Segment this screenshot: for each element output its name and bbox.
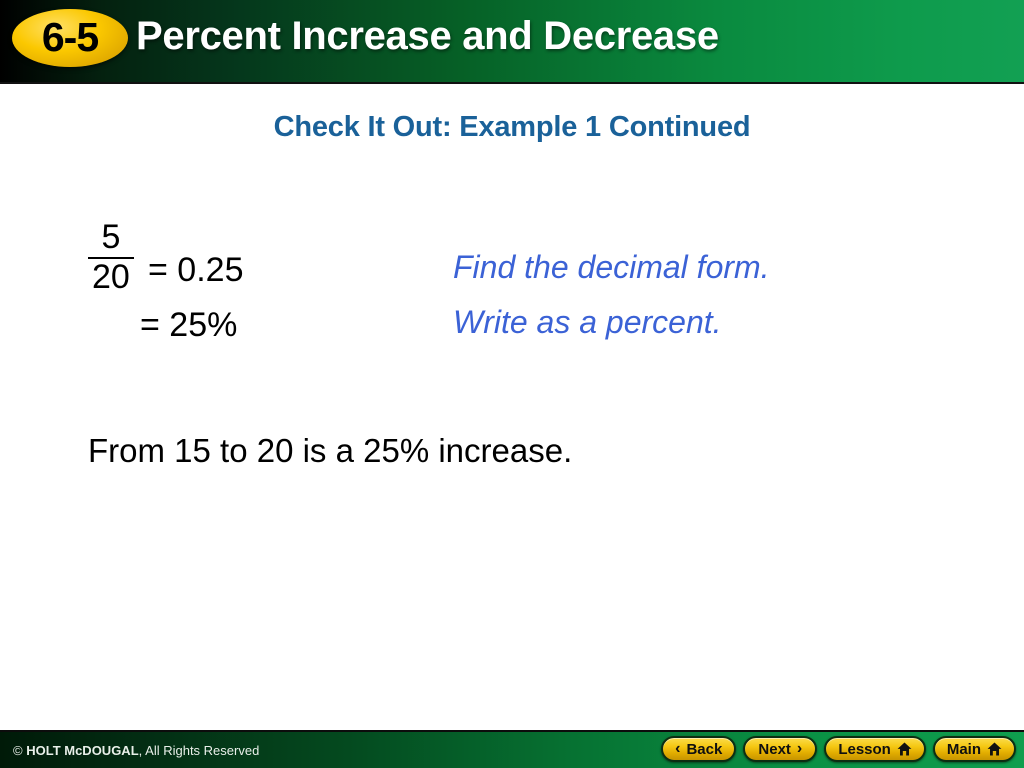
- fraction-numerator: 5: [101, 218, 121, 256]
- copyright-brand: HOLT McDOUGAL: [26, 743, 139, 758]
- lesson-number-badge: 6-5: [12, 9, 128, 67]
- lesson-number-label: 6-5: [41, 13, 99, 60]
- fraction-denominator: 20: [92, 257, 130, 296]
- back-button[interactable]: ‹ Back: [661, 736, 737, 762]
- home-icon: [987, 742, 1002, 756]
- decimal-step-note: Find the decimal form.: [453, 249, 770, 285]
- main-button-label: Main: [946, 740, 981, 758]
- slide-header: 6-5 Percent Increase and Decrease: [0, 0, 1024, 84]
- back-button-label: Back: [686, 740, 723, 758]
- chevron-left-icon: ‹: [675, 740, 681, 757]
- navigation-bar: ‹ Back Next › Lesson Main: [661, 736, 1016, 762]
- main-button[interactable]: Main: [932, 736, 1016, 762]
- home-icon: [897, 742, 912, 756]
- slide-subtitle: Check It Out: Example 1 Continued: [273, 111, 751, 143]
- decimal-result: = 0.25: [148, 251, 244, 289]
- copyright-rest: , All Rights Reserved: [138, 743, 260, 758]
- slide-content: Check It Out: Example 1 Continued 5 20 =…: [0, 84, 1024, 730]
- math-work-area: 5 20 = 0.25 Find the decimal form. = 25%…: [0, 204, 1024, 366]
- copyright-notice: © HOLT McDOUGAL, All Rights Reserved: [13, 743, 259, 758]
- slide-footer: © HOLT McDOUGAL, All Rights Reserved ‹ B…: [0, 730, 1024, 768]
- lesson-button[interactable]: Lesson: [824, 736, 926, 762]
- work-row-decimal: 5 20 = 0.25 Find the decimal form.: [0, 204, 1024, 296]
- fraction-five-twentieths: 5 20: [88, 220, 134, 294]
- copyright-symbol: ©: [13, 743, 23, 758]
- percent-result: = 25%: [140, 306, 238, 344]
- chevron-right-icon: ›: [796, 740, 803, 757]
- conclusion-statement: From 15 to 20 is a 25% increase.: [88, 432, 573, 469]
- lesson-button-label: Lesson: [838, 740, 891, 758]
- work-row-percent: = 25% Write as a percent.: [0, 296, 1024, 366]
- next-button[interactable]: Next ›: [743, 736, 818, 762]
- percent-step-note: Write as a percent.: [453, 304, 722, 340]
- lesson-title: Percent Increase and Decrease: [136, 14, 719, 58]
- next-button-label: Next: [758, 740, 791, 758]
